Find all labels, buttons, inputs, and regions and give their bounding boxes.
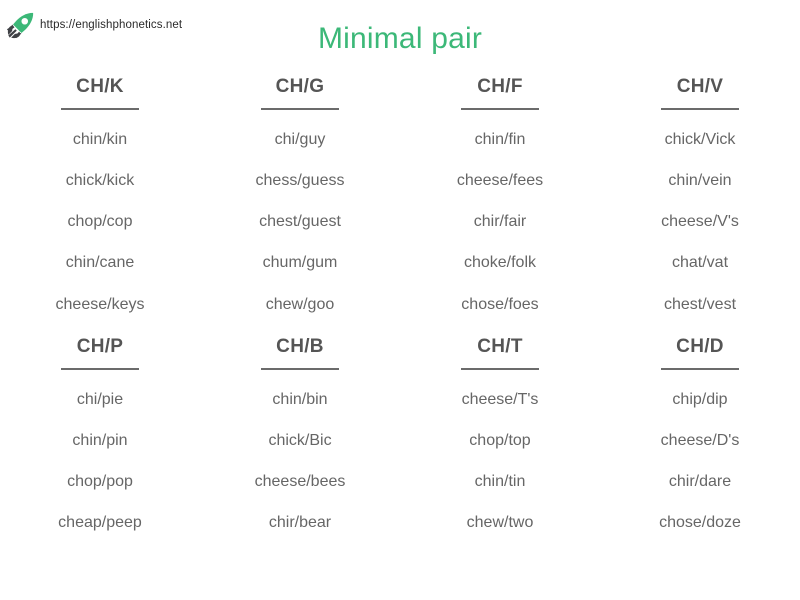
column-divider [261,367,339,370]
pair-item: chick/Bic [268,431,332,449]
column-header: CH/V [676,76,724,97]
column-header: CH/T [477,335,523,357]
column-divider [61,367,139,370]
minimal-pair-block-1: CH/K chin/kin chick/kick chop/cop chin/c… [0,76,800,314]
pair-item: chest/vest [663,295,737,313]
pair-item: chin/bin [272,390,328,408]
pair-item: cheese/T's [461,390,539,408]
pair-item: chir/fair [473,213,527,231]
pair-item: chop/cop [67,213,133,231]
pair-list: chi/guy chess/guess chest/guest chum/gum… [204,130,396,314]
column-header: CH/K [76,76,124,97]
pair-item: chat/vat [671,254,729,272]
pair-item: cheap/peep [58,514,142,532]
pair-item: cheese/bees [254,472,346,490]
pair-column-ch-v: CH/V chick/Vick chin/vein cheese/V's cha… [600,76,800,314]
pair-item: chin/cane [65,254,135,272]
pair-item: chi/guy [274,130,326,148]
column-header: CH/B [276,335,324,357]
column-header: CH/P [76,335,124,357]
pair-list: chi/pie chin/pin chop/pop cheap/peep [4,390,196,533]
pair-column-ch-g: CH/G chi/guy chess/guess chest/guest chu… [200,76,400,314]
pair-item: chick/Vick [664,130,736,148]
column-header: CH/F [477,76,523,97]
column-divider [461,107,539,110]
column-divider [261,107,339,110]
pair-item: chin/kin [72,130,128,148]
pair-item: cheese/D's [660,431,740,449]
minimal-pair-block-2: CH/P chi/pie chin/pin chop/pop cheap/pee… [0,336,800,533]
pair-column-ch-d: CH/D chip/dip cheese/D's chir/dare chose… [600,336,800,533]
pair-item: chew/goo [265,295,335,313]
pair-item: chir/dare [668,472,732,490]
pair-item: chum/gum [262,254,338,272]
pair-list: cheese/T's chop/top chin/tin chew/two [404,390,596,533]
pair-column-ch-t: CH/T cheese/T's chop/top chin/tin chew/t… [400,336,600,533]
column-divider [61,107,139,110]
pair-column-ch-k: CH/K chin/kin chick/kick chop/cop chin/c… [0,76,200,314]
column-header: CH/D [676,335,724,357]
pair-item: chop/top [469,431,531,449]
pair-item: chew/two [466,514,534,532]
pair-column-ch-p: CH/P chi/pie chin/pin chop/pop cheap/pee… [0,336,200,533]
pair-item: chose/doze [659,514,741,532]
pair-list: chin/kin chick/kick chop/cop chin/cane c… [4,130,196,314]
column-divider [461,367,539,370]
pair-item: chin/vein [668,171,732,189]
pair-item: chose/foes [461,295,539,313]
pair-item: chest/guest [259,213,341,231]
pair-item: choke/folk [463,254,537,272]
pair-item: chin/tin [474,472,526,490]
column-divider [661,367,739,370]
pair-column-ch-b: CH/B chin/bin chick/Bic cheese/bees chir… [200,336,400,533]
pair-item: cheese/fees [456,171,544,189]
column-divider [661,107,739,110]
pair-item: cheese/keys [55,295,145,313]
pair-item: chip/dip [672,390,728,408]
page-title: Minimal pair [317,22,483,55]
pair-list: chin/bin chick/Bic cheese/bees chir/bear [204,390,396,533]
pair-list: chip/dip cheese/D's chir/dare chose/doze [604,390,796,533]
pair-list: chin/fin cheese/fees chir/fair choke/fol… [404,130,596,314]
page-header: https://englishphonetics.net Minimal pai… [0,0,800,64]
pair-item: chi/pie [76,390,124,408]
pair-item: chess/guess [255,171,345,189]
pair-column-ch-f: CH/F chin/fin cheese/fees chir/fair chok… [400,76,600,314]
pair-list: chick/Vick chin/vein cheese/V's chat/vat… [604,130,796,314]
column-header: CH/G [275,76,325,97]
pair-item: cheese/V's [661,213,739,231]
pair-item: chop/pop [67,472,133,490]
pair-item: chick/kick [65,171,135,189]
pair-item: chin/pin [72,431,128,449]
pair-item: chir/bear [268,514,332,532]
pair-item: chin/fin [474,130,526,148]
